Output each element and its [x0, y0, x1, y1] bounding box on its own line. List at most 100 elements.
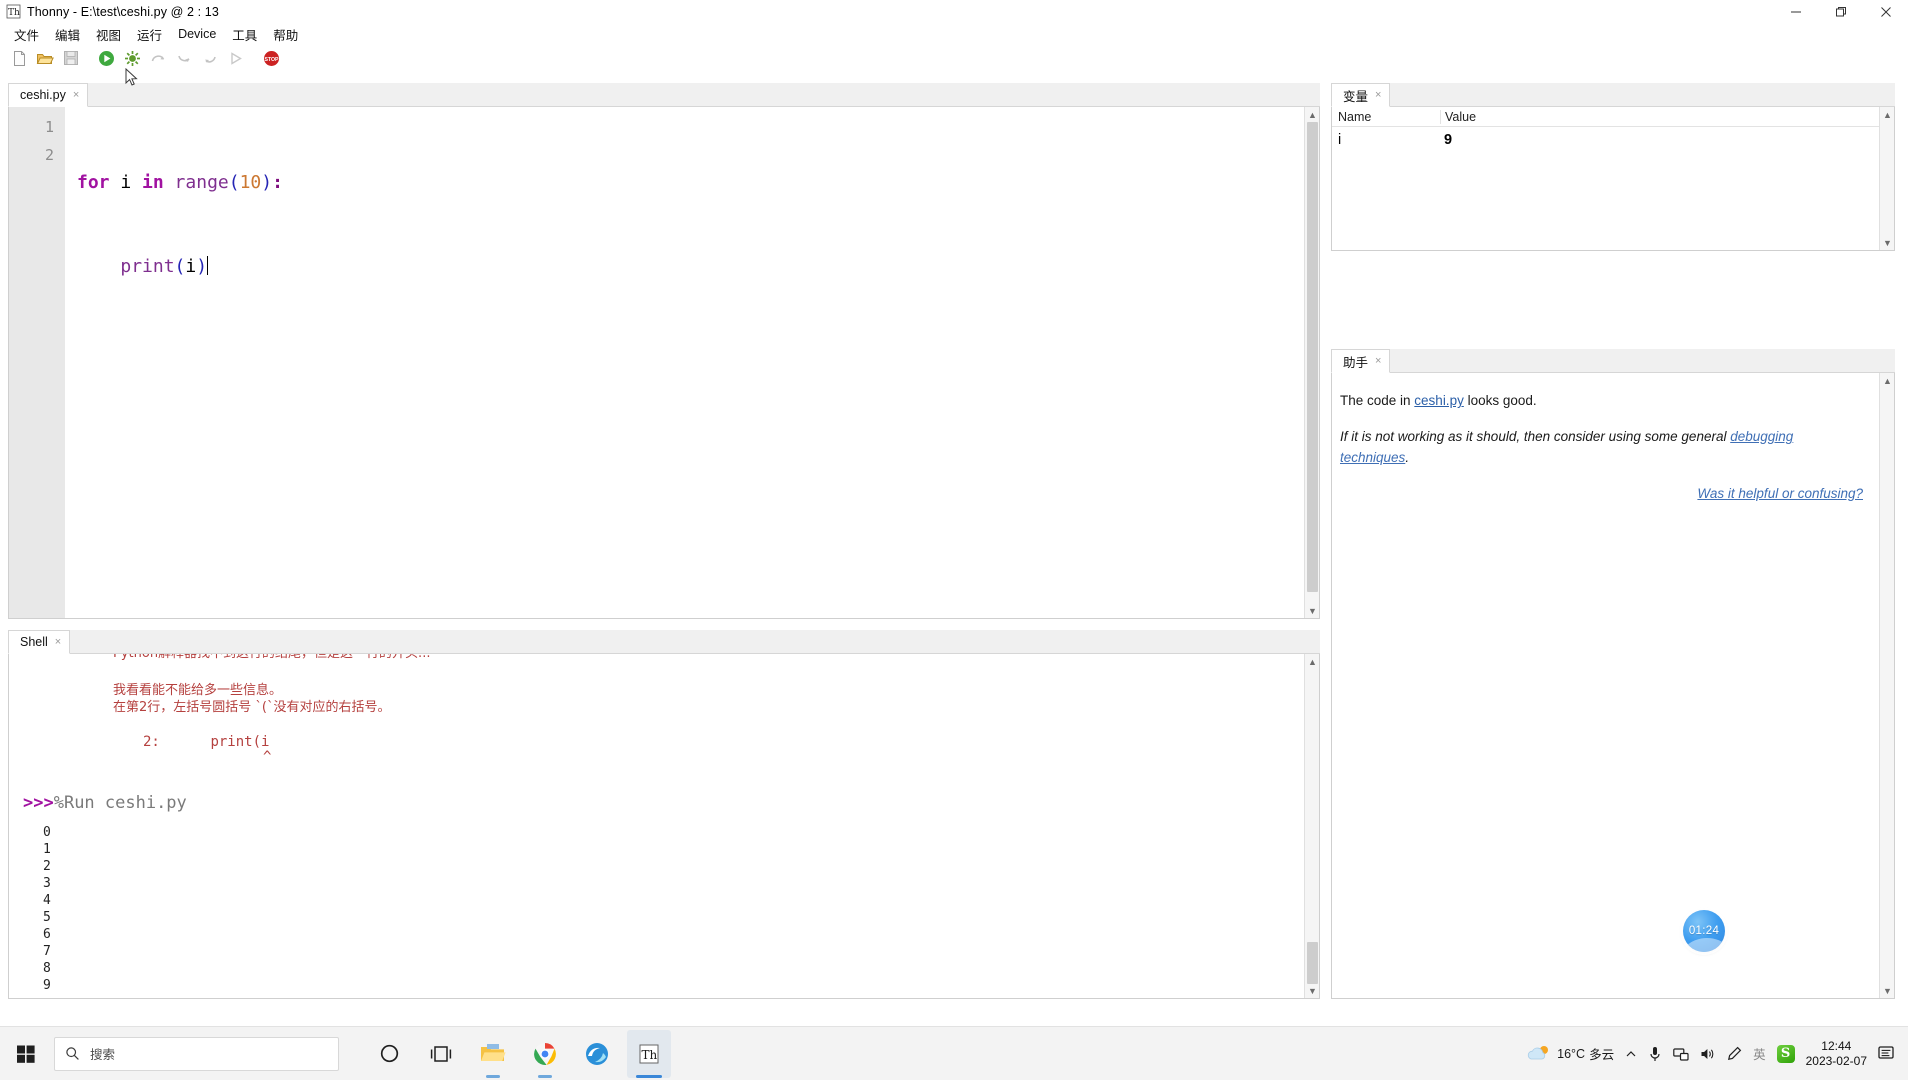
editor-scroll-thumb[interactable]	[1307, 122, 1318, 592]
shell-error-line-1: 我看看能不能给多一些信息。	[113, 683, 283, 698]
taskbar-clock[interactable]: 12:44 2023-02-07	[1806, 1039, 1867, 1069]
resume-icon	[225, 47, 247, 69]
scroll-down-icon[interactable]: ▼	[1880, 983, 1895, 998]
close-button[interactable]	[1863, 0, 1908, 23]
scroll-up-icon[interactable]: ▲	[1305, 654, 1319, 669]
assistant-scrollbar[interactable]: ▲ ▼	[1879, 373, 1894, 998]
window-title: Thonny - E:\test\ceshi.py @ 2 : 13	[27, 4, 219, 19]
scroll-up-icon[interactable]: ▲	[1305, 107, 1320, 122]
taskbar-app-list: Th	[367, 1029, 671, 1078]
minimize-button[interactable]	[1773, 0, 1818, 23]
chrome-icon[interactable]	[523, 1030, 567, 1078]
open-file-icon[interactable]	[34, 47, 56, 69]
start-button[interactable]	[0, 1027, 52, 1080]
shell-output-line: 8	[43, 961, 51, 976]
save-file-icon	[60, 47, 82, 69]
menu-file[interactable]: 文件	[6, 23, 47, 46]
shell-output-line: 9	[43, 978, 51, 993]
scroll-down-icon[interactable]: ▼	[1305, 983, 1319, 998]
menu-help[interactable]: 帮助	[265, 23, 306, 46]
code-editor[interactable]: for i in range(10): print(i)	[65, 107, 1304, 618]
tray-expand-chevron-icon[interactable]	[1625, 1048, 1637, 1060]
table-row[interactable]: i 9	[1332, 127, 1879, 153]
cortana-icon[interactable]	[367, 1030, 411, 1078]
stop-icon[interactable]: STOP	[260, 47, 282, 69]
shell-error-code: print(i	[210, 734, 270, 750]
shell-pane: Shell × Python解释器找不到这行的结尾，但是这一行的开头... 我看…	[8, 630, 1320, 999]
volume-icon[interactable]	[1700, 1047, 1716, 1061]
shell-tab[interactable]: Shell ×	[8, 630, 71, 654]
tray-ime-language[interactable]: 英	[1753, 1044, 1766, 1063]
clock-time: 12:44	[1821, 1038, 1852, 1053]
scroll-down-icon[interactable]: ▼	[1305, 603, 1320, 618]
column-header-value[interactable]: Value	[1440, 109, 1879, 124]
notification-icon[interactable]	[1878, 1045, 1896, 1062]
scroll-down-icon[interactable]: ▼	[1880, 235, 1895, 250]
shell-tab-label: Shell	[20, 635, 48, 649]
column-header-name[interactable]: Name	[1332, 110, 1440, 124]
menu-run[interactable]: 运行	[129, 23, 170, 46]
thonny-taskbar-icon[interactable]: Th	[627, 1029, 671, 1078]
editor-tab-row: ceshi.py ×	[8, 83, 1320, 107]
shell-tab-close-icon[interactable]: ×	[55, 636, 61, 648]
floating-timer-widget[interactable]: 01:24	[1683, 910, 1725, 952]
shell-error-line-2: 在第2行，左括号圆括号 `(`没有对应的右括号。	[113, 700, 391, 715]
assistant-file-link[interactable]: ceshi.py	[1414, 393, 1464, 408]
code-line-2: print(i)	[77, 253, 1304, 281]
assistant-tab[interactable]: 助手 ×	[1331, 349, 1391, 373]
clock-date: 2023-02-07	[1805, 1053, 1867, 1068]
run-icon[interactable]	[95, 47, 117, 69]
shell-error-caret: ^	[263, 749, 272, 765]
assistant-feedback-row: Was it helpful or confusing?	[1340, 484, 1863, 504]
edge-icon[interactable]	[575, 1030, 619, 1078]
paren-open: (	[174, 256, 186, 277]
assistant-text-prefix: If it is not working as it should, then …	[1340, 429, 1731, 445]
network-icon[interactable]	[1673, 1047, 1689, 1061]
variables-pane: 变量 × Name Value i 9 ▲ ▼	[1331, 83, 1895, 251]
task-view-icon[interactable]	[419, 1030, 463, 1078]
editor-line-numbers: 1 2	[9, 107, 65, 618]
menu-tools[interactable]: 工具	[224, 23, 265, 46]
svg-text:Th: Th	[8, 8, 20, 18]
menu-edit[interactable]: 编辑	[47, 23, 88, 46]
editor-tab-close-icon[interactable]: ×	[73, 89, 79, 101]
shell-error-code-ref: 2: print(i	[23, 734, 1304, 751]
shell-prompt: >>>	[23, 793, 54, 813]
scroll-up-icon[interactable]: ▲	[1880, 107, 1895, 122]
assistant-content: The code in ceshi.py looks good. If it i…	[1332, 373, 1879, 998]
weather-widget[interactable]: 16°C 多云	[1527, 1044, 1614, 1064]
svg-text:STOP: STOP	[264, 57, 279, 63]
keyword-in: in	[142, 172, 164, 193]
file-explorer-icon[interactable]	[471, 1030, 515, 1078]
menu-view[interactable]: 视图	[88, 23, 129, 46]
menu-device[interactable]: Device	[170, 25, 224, 43]
pen-icon[interactable]	[1727, 1046, 1742, 1061]
window-title-bar: Th Thonny - E:\test\ceshi.py @ 2 : 13	[0, 0, 1908, 23]
new-file-icon[interactable]	[8, 47, 30, 69]
print-call: print	[120, 256, 175, 277]
paren-close: )	[261, 172, 273, 193]
svg-text:Th: Th	[642, 1048, 658, 1062]
variables-scrollbar[interactable]: ▲ ▼	[1879, 107, 1894, 250]
taskbar-search-box[interactable]: 搜索	[54, 1036, 339, 1071]
assistant-tab-close-icon[interactable]: ×	[1375, 355, 1381, 367]
editor-tab-ceshi[interactable]: ceshi.py ×	[8, 83, 89, 107]
assistant-tab-row: 助手 ×	[1331, 349, 1895, 373]
editor-scrollbar[interactable]: ▲ ▼	[1304, 107, 1319, 618]
assistant-feedback-link[interactable]: Was it helpful or confusing?	[1697, 486, 1863, 501]
shell-scroll-thumb[interactable]	[1307, 942, 1318, 984]
microphone-icon[interactable]	[1648, 1046, 1662, 1062]
timer-label: 01:24	[1688, 925, 1720, 937]
variables-tab[interactable]: 变量 ×	[1331, 83, 1391, 107]
tray-sogou-icon[interactable]: S	[1776, 1044, 1795, 1063]
maximize-button[interactable]	[1818, 0, 1863, 23]
assistant-text-prefix: The code in	[1340, 393, 1415, 408]
shell-output[interactable]: Python解释器找不到这行的结尾，但是这一行的开头... 我看看能不能给多一些…	[9, 654, 1304, 998]
shell-scrollbar[interactable]: ▲ ▼	[1304, 654, 1319, 998]
scroll-up-icon[interactable]: ▲	[1880, 373, 1895, 388]
paren-open: (	[228, 172, 240, 193]
assistant-pane: 助手 × The code in ceshi.py looks good. If…	[1331, 349, 1895, 999]
variables-tab-close-icon[interactable]: ×	[1375, 89, 1381, 101]
debug-icon[interactable]	[121, 47, 143, 69]
assistant-text-suffix: looks good.	[1463, 393, 1537, 408]
